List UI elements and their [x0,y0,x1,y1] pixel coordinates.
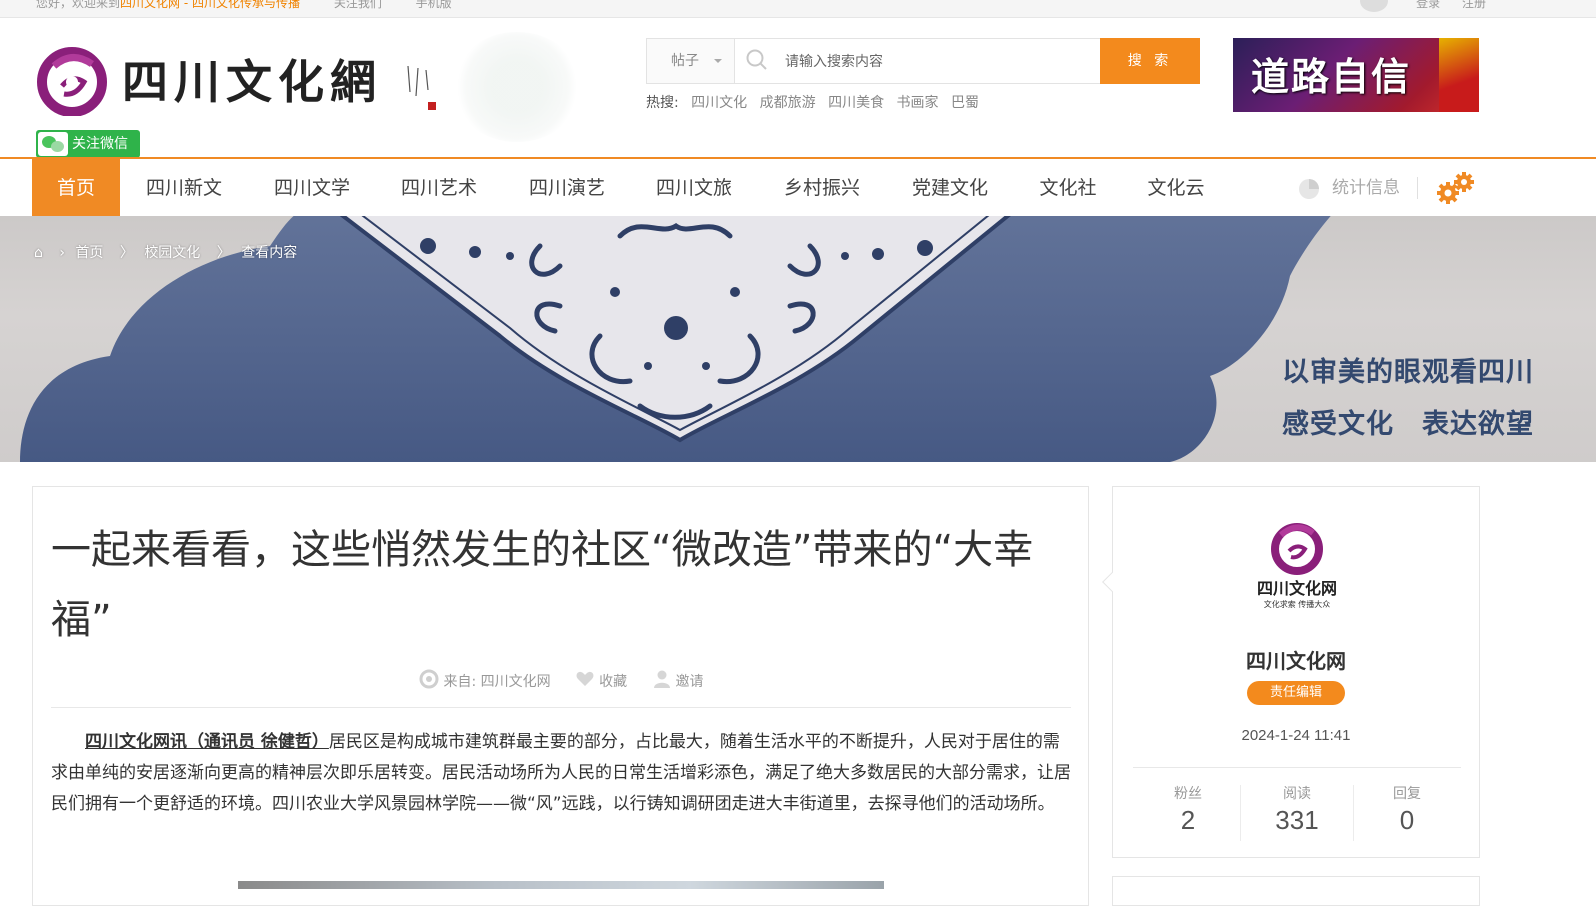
logo-seal-icon [407,65,436,110]
nav-item-dangjian[interactable]: 党建文化 [906,159,994,216]
author-stats: 粉丝 2 阅读 331 回复 0 [1133,777,1461,841]
author-logo-tagline: 文化求索 传播大众 [1263,600,1331,609]
nav-divider [1417,177,1418,199]
ad-text: 道路自信 [1251,55,1412,99]
site-header: 四川文化網 关注微信 帖子 请输入搜索内容 搜 索 热搜: 四川文化 成都旅游 … [0,18,1596,160]
author-name[interactable]: 四川文化网 [1113,645,1479,674]
welcome-site-link[interactable]: 四川文化网 - 四川文化传承与传播 [120,0,300,10]
nav-item-xiangcun[interactable]: 乡村振兴 [778,159,866,216]
search-bar: 帖子 请输入搜索内容 搜 索 [646,38,1200,84]
stat-fans: 粉丝 2 [1174,786,1202,835]
pie-chart-icon [1299,179,1319,199]
hot-term[interactable]: 书画家 [897,95,939,111]
nav-item-yanyi[interactable]: 四川演艺 [523,159,611,216]
ad-banner[interactable]: 道路自信 [1233,38,1479,112]
site-logo[interactable]: 四川文化網 [32,32,582,142]
gear-icon[interactable] [1434,171,1476,205]
nav-item-yishu[interactable]: 四川艺术 [395,159,483,216]
follow-us-link[interactable]: 关注我们 [334,0,382,10]
banner-slogan-line2: 感受文化 表达欲望 [1282,409,1534,440]
top-utility-bar: 您好，欢迎来到四川文化网 - 四川文化传承与传播 关注我们 手机版 登录 注册 [0,0,1596,18]
nav-item-wenxue[interactable]: 四川文学 [268,159,356,216]
article-image [238,881,884,889]
hot-term[interactable]: 四川美食 [828,95,884,111]
article-source: 来自: 四川文化网 [419,669,551,691]
author-avatar[interactable]: 四川文化网 文化求索 传播大众 [1243,519,1351,615]
stat-reads: 阅读 331 [1275,786,1319,835]
article-meta: 来自: 四川文化网 收藏 邀请 [33,669,1090,691]
hero-banner: ⌂ › 首页 〉 校园文化 〉 查看内容 以审美的眼观看四川 感受文化 表达欲望 [0,216,1596,462]
search-icon [746,49,767,70]
hot-search-label: 热搜: [646,95,679,111]
author-card: 四川文化网 文化求索 传播大众 四川文化网 责任编辑 2024-1-24 11:… [1102,486,1480,858]
article-body: 四川文化网讯（通讯员 徐健哲）居民区是构成城市建筑群最主要的部分，占比最大，随着… [51,727,1073,820]
article-title: 一起来看看，这些悄然发生的社区“微改造”带来的“大幸福” [51,527,1034,643]
card-notch [1102,572,1122,592]
nav-item-home[interactable]: 首页 [32,159,120,216]
editor-badge: 责任编辑 [1247,681,1345,705]
breadcrumb: ⌂ › 首页 〉 校园文化 〉 查看内容 [34,245,298,261]
user-icon [653,670,670,688]
breadcrumb-category[interactable]: 校园文化 [144,245,200,261]
author-logo-name: 四川文化网 [1256,579,1337,598]
heart-icon [576,671,594,686]
auth-links: 登录 注册 [1398,0,1486,11]
invite-button[interactable]: 邀请 [652,670,704,691]
author-divider [1133,767,1461,768]
user-avatar[interactable] [1360,0,1388,12]
hot-term[interactable]: 巴蜀 [951,95,979,111]
banner-slogan-line1: 以审美的眼观看四川 [1282,357,1534,388]
nav-item-wenhuashe[interactable]: 文化社 [1033,159,1103,216]
breadcrumb-current: 查看内容 [241,245,298,261]
meta-divider [51,707,1071,708]
nav-item-wenhuayun[interactable]: 文化云 [1141,159,1211,216]
breadcrumb-home[interactable]: 首页 [75,245,103,261]
search-input[interactable]: 请输入搜索内容 [734,38,1102,84]
stat-replies: 回复 0 [1393,786,1421,835]
article-card: 一起来看看，这些悄然发生的社区“微改造”带来的“大幸福” 来自: 四川文化网 收… [32,486,1089,906]
hot-search: 热搜: 四川文化 成都旅游 四川美食 书画家 巴蜀 [646,92,979,112]
stats-link[interactable]: 统计信息 [1298,159,1400,216]
mobile-link[interactable]: 手机版 [416,0,452,10]
login-link[interactable]: 登录 [1416,0,1440,10]
search-type-select[interactable]: 帖子 [646,38,734,84]
welcome-text: 您好，欢迎来到四川文化网 - 四川文化传承与传播 关注我们 手机版 [36,0,452,11]
publish-date: 2024-1-24 11:41 [1241,727,1351,744]
ad-decoration [1439,38,1479,112]
logo-watermark [452,32,582,142]
hot-term[interactable]: 成都旅游 [760,95,816,111]
nav-item-xinwen[interactable]: 四川新文 [140,159,228,216]
nav-item-wenlv[interactable]: 四川文旅 [650,159,738,216]
logo-text: 四川文化網 [122,55,382,109]
follow-wechat-button[interactable]: 关注微信 [36,130,140,158]
register-link[interactable]: 注册 [1462,0,1486,10]
home-icon[interactable]: ⌂ [34,245,43,261]
article-lead: 四川文化网讯（通讯员 徐健哲） [85,732,329,752]
source-icon [419,669,439,689]
author-logo-icon [1271,523,1323,575]
logo-mark-icon [37,47,107,116]
favorite-button[interactable]: 收藏 [575,671,627,691]
main-nav: 首页 四川新文 四川文学 四川艺术 四川演艺 四川文旅 乡村振兴 党建文化 文化… [0,157,1596,216]
wechat-icon [38,132,68,156]
search-button[interactable]: 搜 索 [1100,38,1200,84]
hot-term[interactable]: 四川文化 [691,95,747,111]
